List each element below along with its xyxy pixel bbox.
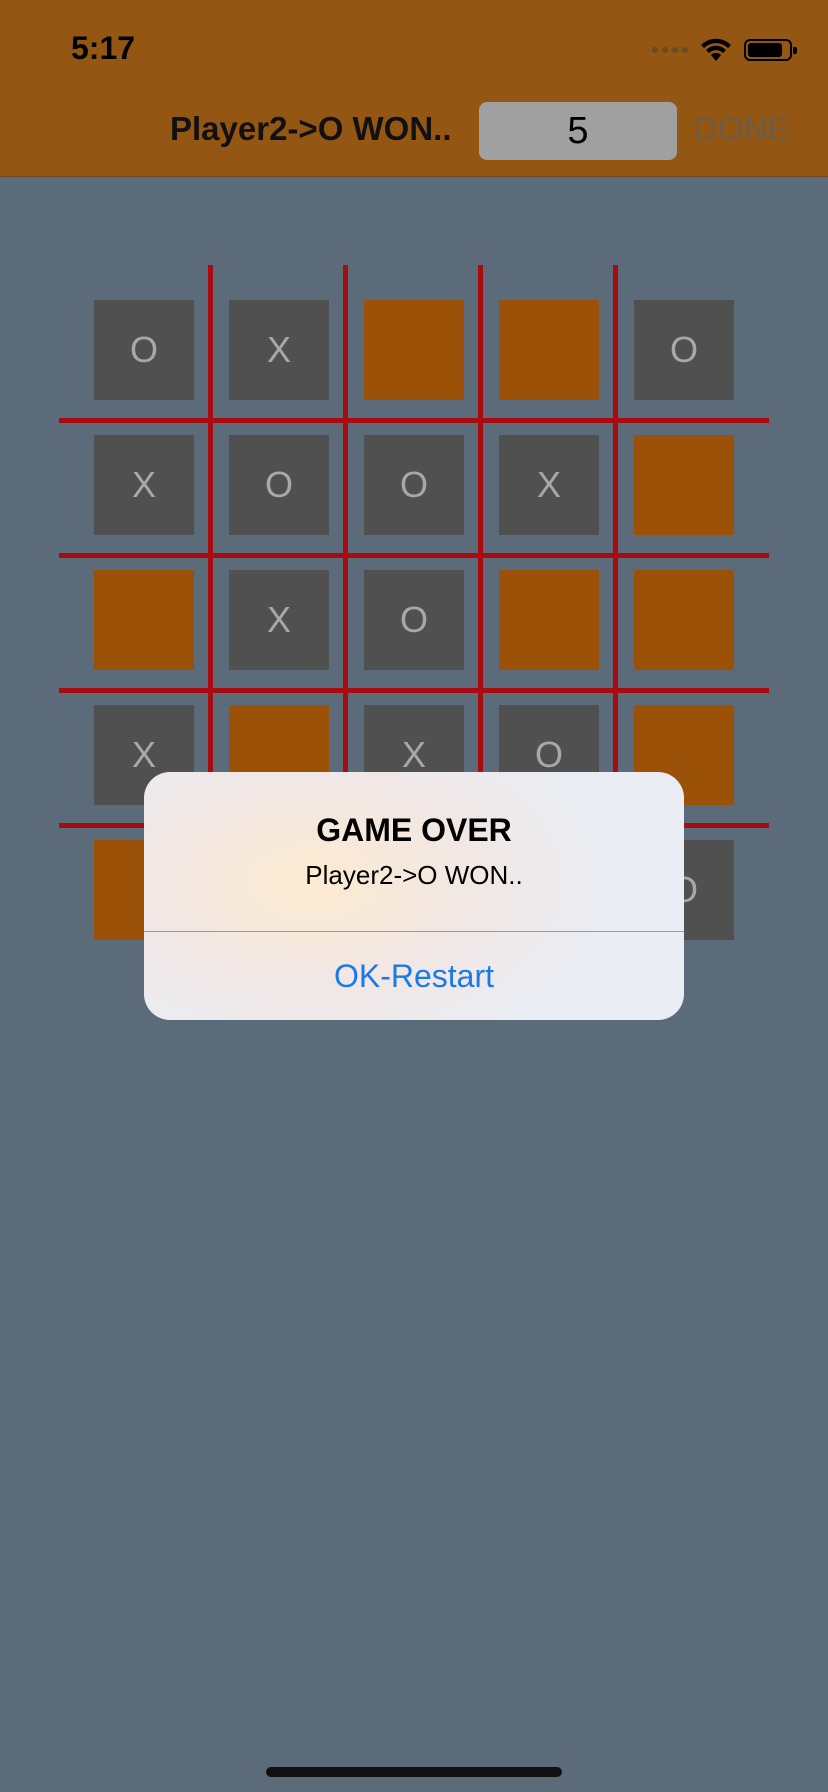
board-cell-r2-c0[interactable] <box>94 570 194 670</box>
alert-title: GAME OVER <box>316 812 512 848</box>
board-cell-r0-c3[interactable] <box>499 300 599 400</box>
board-cell-r0-c2[interactable] <box>364 300 464 400</box>
board-cell-r1-c2[interactable]: O <box>364 435 464 535</box>
board-cell-r2-c4[interactable] <box>634 570 734 670</box>
grid-line-horizontal <box>59 418 769 423</box>
board-cell-r2-c2[interactable]: O <box>364 570 464 670</box>
alert-message: Player2->O WON.. <box>305 860 523 890</box>
grid-line-horizontal <box>59 688 769 693</box>
board-cell-r1-c3[interactable]: X <box>499 435 599 535</box>
board-cell-r1-c1[interactable]: O <box>229 435 329 535</box>
game-over-alert: GAME OVER Player2->O WON.. OK-Restart <box>144 772 684 1020</box>
grid-line-vertical <box>343 265 348 825</box>
board-cell-r0-c4[interactable]: O <box>634 300 734 400</box>
board-cell-r2-c3[interactable] <box>499 570 599 670</box>
ok-restart-button[interactable]: OK-Restart <box>144 932 684 1020</box>
board-cell-r1-c0[interactable]: X <box>94 435 194 535</box>
grid-line-horizontal <box>59 553 769 558</box>
grid-line-vertical <box>613 265 618 825</box>
board-cell-r1-c4[interactable] <box>634 435 734 535</box>
board-cell-r0-c0[interactable]: O <box>94 300 194 400</box>
home-indicator[interactable] <box>266 1767 562 1777</box>
board-cell-r0-c1[interactable]: X <box>229 300 329 400</box>
grid-line-vertical <box>208 265 213 825</box>
grid-line-vertical <box>478 265 483 825</box>
board-cell-r2-c1[interactable]: X <box>229 570 329 670</box>
